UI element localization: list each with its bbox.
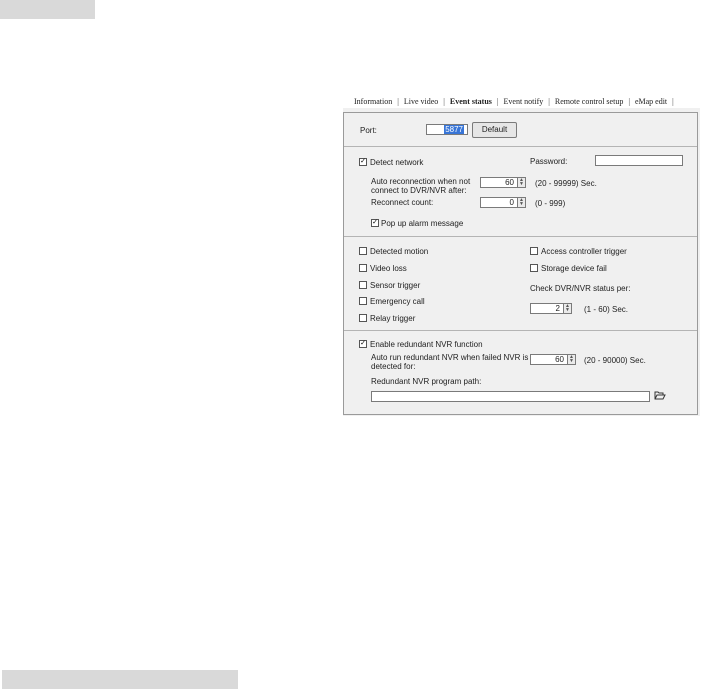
password-field[interactable] <box>595 155 683 166</box>
password-label: Password: <box>530 157 568 166</box>
auto-reconnect-range: (20 - 99999) Sec. <box>535 179 597 188</box>
tab-strip: Information | Live video | Event status … <box>343 94 700 108</box>
enable-redundant-checkbox[interactable]: ✓ <box>359 340 367 348</box>
settings-dialog: Information | Live video | Event status … <box>343 94 700 416</box>
detected-motion-label: Detected motion <box>370 247 429 256</box>
bottom-gray-bar <box>2 670 238 689</box>
detect-network-checkbox[interactable]: ✓ <box>359 158 367 166</box>
emergency-call-label: Emergency call <box>370 297 425 306</box>
sensor-trigger-checkbox[interactable] <box>359 281 367 289</box>
auto-reconnect-label-line1: Auto reconnection when not <box>371 177 471 186</box>
event-status-panel: Port: 5877 Default ✓ Detect network Pass… <box>343 112 698 415</box>
tab-remote-control-setup[interactable]: Remote control setup <box>550 97 628 106</box>
port-value: 5877 <box>444 125 464 134</box>
sensor-trigger-label: Sensor trigger <box>370 281 421 290</box>
port-input[interactable]: 5877 <box>426 124 468 135</box>
popup-alarm-checkbox[interactable]: ✓ <box>371 219 379 227</box>
nvr-path-input[interactable] <box>371 391 650 402</box>
access-controller-checkbox[interactable] <box>530 247 538 255</box>
spin-arrows-icon[interactable]: ▲ ▼ <box>568 354 576 365</box>
detect-network-label: Detect network <box>370 158 424 167</box>
top-gray-bar <box>0 0 95 19</box>
detected-motion-checkbox[interactable] <box>359 247 367 255</box>
port-label: Port: <box>360 126 377 135</box>
divider <box>344 146 697 147</box>
divider <box>344 236 697 237</box>
auto-run-input[interactable]: 60 <box>530 354 568 365</box>
reconnect-count-input[interactable]: 0 <box>480 197 518 208</box>
auto-run-range: (20 - 90000) Sec. <box>584 356 646 365</box>
auto-reconnect-input[interactable]: 60 <box>480 177 518 188</box>
nvr-path-label: Redundant NVR program path: <box>371 377 482 386</box>
spin-arrows-icon[interactable]: ▲ ▼ <box>518 197 526 208</box>
spin-arrows-icon[interactable]: ▲ ▼ <box>518 177 526 188</box>
tab-event-status[interactable]: Event status <box>445 97 497 106</box>
spin-arrows-icon[interactable]: ▲ ▼ <box>564 303 572 314</box>
reconnect-count-label: Reconnect count: <box>371 198 434 207</box>
tab-live-video[interactable]: Live video <box>399 97 443 106</box>
auto-reconnect-label-line2: connect to DVR/NVR after: <box>371 186 467 195</box>
storage-device-fail-checkbox[interactable] <box>530 264 538 272</box>
enable-redundant-label: Enable redundant NVR function <box>370 340 483 349</box>
divider <box>344 330 697 331</box>
video-loss-label: Video loss <box>370 264 407 273</box>
emergency-call-checkbox[interactable] <box>359 297 367 305</box>
reconnect-count-range: (0 - 999) <box>535 199 566 208</box>
check-status-label: Check DVR/NVR status per: <box>530 284 631 293</box>
relay-trigger-label: Relay trigger <box>370 314 416 323</box>
tab-emap-edit[interactable]: eMap edit <box>630 97 672 106</box>
folder-open-icon[interactable] <box>654 390 666 401</box>
tab-event-notify[interactable]: Event notify <box>499 97 549 106</box>
popup-alarm-label: Pop up alarm message <box>381 219 464 228</box>
video-loss-checkbox[interactable] <box>359 264 367 272</box>
storage-device-fail-label: Storage device fail <box>541 264 607 273</box>
default-button[interactable]: Default <box>472 122 517 138</box>
relay-trigger-checkbox[interactable] <box>359 314 367 322</box>
access-controller-label: Access controller trigger <box>541 247 627 256</box>
check-status-range: (1 - 60) Sec. <box>584 305 629 314</box>
auto-run-label-line2: detected for: <box>371 362 416 371</box>
auto-run-label-line1: Auto run redundant NVR when failed NVR i… <box>371 353 529 362</box>
check-status-input[interactable]: 2 <box>530 303 564 314</box>
tab-information[interactable]: Information <box>349 97 397 106</box>
